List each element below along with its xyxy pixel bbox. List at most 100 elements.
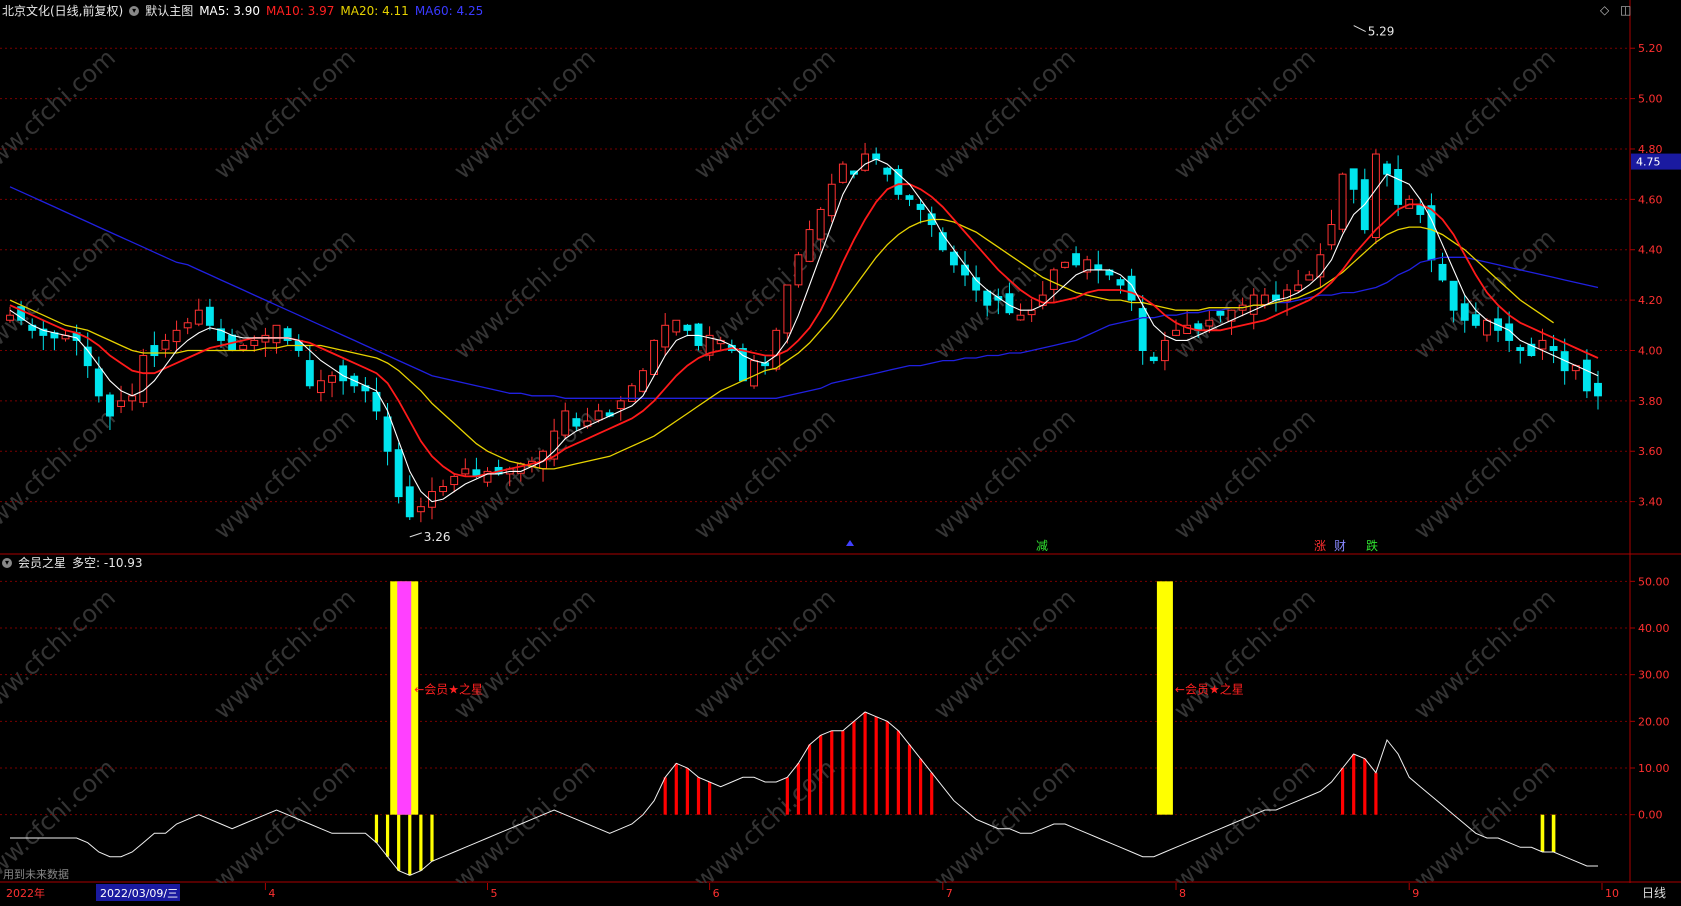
price-tick-label: 3.40 bbox=[1638, 496, 1663, 509]
candle-body bbox=[1160, 339, 1169, 362]
collapse-icon[interactable]: ◫ bbox=[1620, 3, 1631, 17]
red-signal-bar bbox=[674, 763, 678, 815]
candle-body bbox=[394, 449, 403, 498]
stock-title[interactable]: 北京文化(日线,前复权) bbox=[2, 2, 123, 19]
candle-body bbox=[1061, 261, 1069, 268]
red-signal-bar bbox=[896, 730, 900, 815]
candle-body bbox=[94, 368, 103, 397]
candle-body bbox=[1016, 314, 1025, 321]
candle-body bbox=[1260, 294, 1269, 306]
template-label[interactable]: 默认主图 bbox=[145, 2, 193, 19]
year-label: 2022年 bbox=[6, 886, 45, 900]
candle-body bbox=[694, 323, 703, 346]
candle-body bbox=[416, 506, 425, 513]
yellow-striped-bar bbox=[419, 814, 423, 871]
candle-body bbox=[405, 486, 414, 518]
candle-body bbox=[1516, 347, 1525, 351]
red-signal-bar bbox=[830, 730, 834, 815]
price-tick-label: 3.80 bbox=[1638, 395, 1663, 408]
month-label: 4 bbox=[268, 887, 275, 900]
candle-body bbox=[161, 339, 170, 350]
candle-body bbox=[1427, 205, 1436, 261]
indicator-value: 多空: -10.93 bbox=[72, 556, 143, 570]
candle-body bbox=[572, 418, 581, 427]
candle-body bbox=[1582, 359, 1591, 392]
price-tick-label: 4.20 bbox=[1638, 294, 1663, 307]
indicator-dropdown-icon[interactable]: ▾ bbox=[2, 557, 12, 568]
candle-body bbox=[561, 410, 570, 436]
candle-body bbox=[450, 475, 459, 486]
candle-body bbox=[272, 324, 281, 344]
period-label[interactable]: 日线 bbox=[1642, 886, 1666, 900]
template-dropdown-icon[interactable]: ▾ bbox=[129, 5, 140, 16]
future-data-note: 用到未来数据 bbox=[3, 868, 69, 881]
candle-body bbox=[1449, 280, 1458, 311]
yellow-striped-bar bbox=[397, 814, 401, 871]
yellow-striped-bar bbox=[374, 814, 379, 843]
candle-body bbox=[1127, 275, 1136, 301]
red-signal-bar bbox=[819, 735, 823, 815]
candle-body bbox=[1471, 314, 1480, 326]
chart-stage[interactable]: www.cfchi.com www.cfchi.com www.cfchi.com w… bbox=[0, 0, 1681, 902]
candle-body bbox=[316, 380, 325, 394]
current-price-label: 4.75 bbox=[1636, 156, 1661, 169]
ind-tick-label: 20.00 bbox=[1638, 715, 1670, 728]
time-axis-bg bbox=[0, 883, 1681, 902]
yellow-striped-bar bbox=[1551, 814, 1556, 852]
yellow-signal-bar bbox=[1156, 581, 1173, 815]
red-signal-bar bbox=[852, 721, 856, 815]
month-label: 5 bbox=[491, 887, 498, 900]
candle-body bbox=[916, 203, 925, 210]
candle-body bbox=[239, 344, 248, 350]
candle-body bbox=[1327, 224, 1336, 246]
ind-tick-label: 0.00 bbox=[1638, 809, 1663, 822]
diamond-icon[interactable]: ◇ bbox=[1600, 3, 1609, 17]
red-signal-bar bbox=[708, 782, 712, 815]
marker-cai: 财 bbox=[1334, 539, 1346, 553]
candle-body bbox=[1594, 382, 1602, 397]
candle-body bbox=[838, 163, 847, 183]
candle-body bbox=[1316, 254, 1325, 278]
red-signal-bar bbox=[1374, 772, 1378, 815]
ind-tick-label: 40.00 bbox=[1638, 622, 1670, 635]
candle-body bbox=[772, 329, 781, 370]
candle-body bbox=[1394, 169, 1403, 205]
marker-die: 跌 bbox=[1366, 538, 1378, 553]
candle-body bbox=[1438, 263, 1447, 281]
red-signal-bar bbox=[807, 744, 812, 815]
ind-tick-label: 10.00 bbox=[1638, 762, 1670, 775]
red-signal-bar bbox=[1352, 754, 1356, 815]
magenta-signal-bar bbox=[397, 581, 412, 815]
signal-label-2: ←会员★之星 bbox=[1175, 682, 1244, 696]
candle-body bbox=[639, 370, 647, 392]
red-signal-bar bbox=[841, 730, 845, 815]
candle-body bbox=[1138, 308, 1147, 351]
candle-body bbox=[1338, 173, 1347, 230]
indicator-title[interactable]: 会员之星 bbox=[18, 554, 66, 571]
month-label: 10 bbox=[1605, 887, 1619, 900]
price-tick-label: 4.40 bbox=[1638, 244, 1663, 257]
candle-body bbox=[905, 195, 914, 200]
ind-tick-label: 50.00 bbox=[1638, 575, 1670, 588]
candle-body bbox=[983, 290, 992, 306]
candle-body bbox=[1460, 303, 1469, 321]
candle-body bbox=[183, 322, 192, 329]
ma10-label: MA10: 3.97 bbox=[265, 3, 335, 18]
price-tick-label: 3.60 bbox=[1638, 445, 1663, 458]
yellow-striped-bar bbox=[1540, 814, 1545, 852]
candle-body bbox=[150, 345, 159, 357]
candle-body bbox=[872, 153, 881, 160]
month-label: 7 bbox=[946, 887, 953, 900]
candle-body bbox=[1049, 269, 1058, 290]
marker-zhang: 涨 bbox=[1314, 538, 1326, 553]
yellow-striped-bar bbox=[430, 814, 434, 862]
month-label: 9 bbox=[1412, 887, 1419, 900]
red-signal-bar bbox=[785, 777, 789, 815]
candle-body bbox=[816, 208, 825, 240]
ma5-label: MA5: 3.90 bbox=[199, 3, 260, 18]
chart-canvas[interactable]: www.cfchi.com www.cfchi.com www.cfchi.com w… bbox=[0, 0, 1681, 902]
candle-body bbox=[883, 167, 892, 175]
red-signal-bar bbox=[1340, 768, 1345, 815]
candle-body bbox=[661, 324, 670, 348]
candle-body bbox=[594, 410, 603, 421]
